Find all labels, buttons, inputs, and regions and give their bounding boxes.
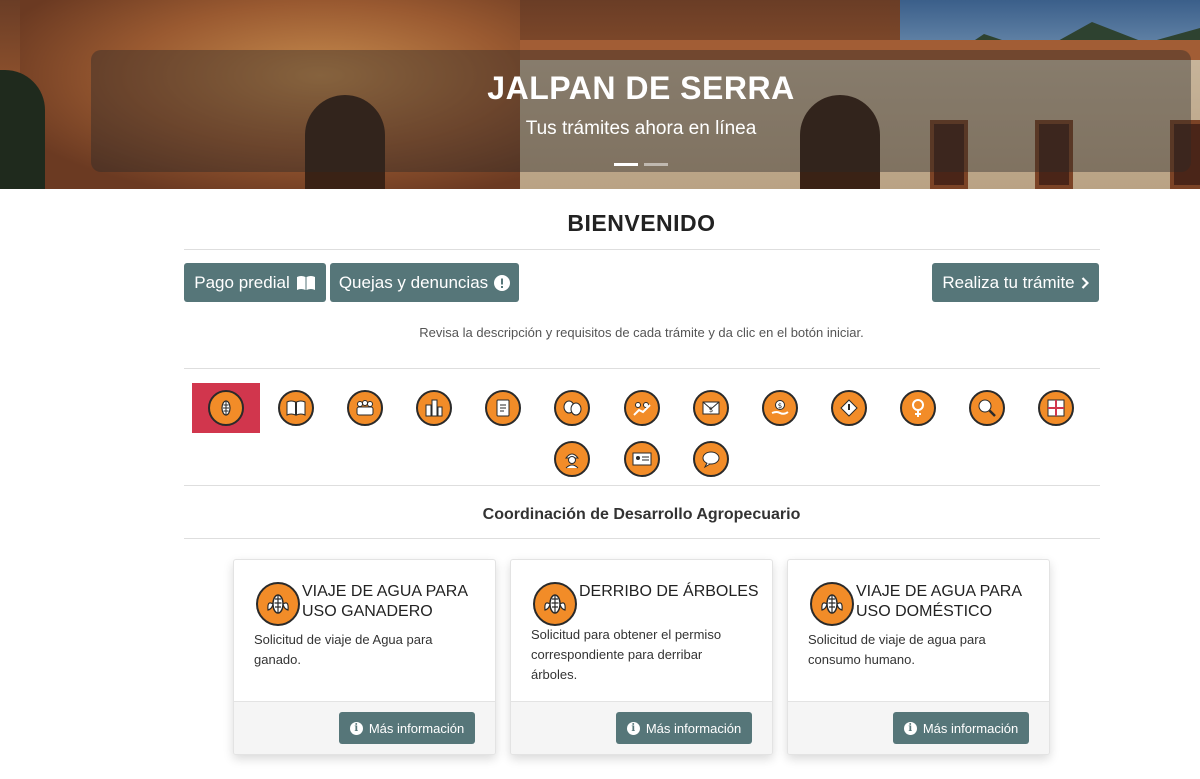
category-button[interactable] <box>1022 383 1090 433</box>
money-hand-icon: $ <box>762 390 798 426</box>
svg-text:$: $ <box>709 406 713 414</box>
mas-informacion-button[interactable]: i Más información <box>616 712 752 744</box>
instructions-text: Revisa la descripción y requisitos de ca… <box>419 325 864 340</box>
hero-title: JALPAN DE SERRA <box>487 70 795 106</box>
female-icon <box>900 390 936 426</box>
pago-predial-label: Pago predial <box>194 272 290 292</box>
city-icon <box>416 390 452 426</box>
info-icon: i <box>626 721 640 735</box>
card-title: VIAJE DE AGUA PARA USO GANADERO <box>302 583 468 620</box>
hero-banner: JALPAN DE SERRA Tus trámites ahora en lí… <box>0 0 1200 189</box>
money-envelope-icon: $ <box>693 390 729 426</box>
category-button[interactable] <box>677 434 745 484</box>
chevron-right-icon <box>1081 276 1089 289</box>
welcome-heading: BIENVENIDO <box>567 210 716 236</box>
category-button[interactable] <box>400 383 468 433</box>
mas-informacion-label: Más información <box>368 720 465 736</box>
tramite-card: DERRIBO DE ÁRBOLES Solicitud para obtene… <box>510 559 773 755</box>
category-button[interactable] <box>262 383 330 433</box>
divider <box>184 485 1100 486</box>
realiza-label: Realiza tu trámite <box>942 272 1075 292</box>
construction-sign-icon <box>831 390 867 426</box>
divider <box>184 538 1100 539</box>
svg-text:$: $ <box>778 402 782 410</box>
card-footer: i Más información <box>511 701 772 754</box>
info-icon: i <box>349 721 363 735</box>
category-button[interactable] <box>538 434 606 484</box>
mas-informacion-button[interactable]: i Más información <box>893 712 1029 744</box>
exclamation-circle-icon <box>494 274 511 291</box>
pago-predial-button[interactable]: Pago predial <box>184 263 326 302</box>
category-button[interactable] <box>538 383 606 433</box>
agriculture-icon <box>533 582 577 626</box>
hero-caption-overlay <box>91 50 1191 172</box>
category-button[interactable] <box>815 383 883 433</box>
mas-informacion-label: Más información <box>922 720 1019 736</box>
community-icon <box>347 390 383 426</box>
chat-bubble-icon <box>693 441 729 477</box>
search-eye-icon <box>969 390 1005 426</box>
carousel-indicators <box>614 163 668 166</box>
mas-informacion-label: Más información <box>645 720 742 736</box>
divider <box>184 249 1100 250</box>
worker-icon <box>554 441 590 477</box>
section-title: Coordinación de Desarrollo Agropecuario <box>482 506 801 523</box>
card-title: DERRIBO DE ÁRBOLES <box>579 583 759 600</box>
category-button[interactable]: $ <box>746 383 814 433</box>
book-open-icon <box>296 275 316 291</box>
card-description: Solicitud de viaje de agua para consumo … <box>808 632 986 667</box>
category-button[interactable] <box>469 383 537 433</box>
tramite-card: VIAJE DE AGUA PARA USO GANADERO Solicitu… <box>233 559 496 755</box>
urban-planning-icon <box>1038 390 1074 426</box>
card-footer: i Más información <box>234 701 495 754</box>
category-button[interactable] <box>608 434 676 484</box>
agriculture-icon <box>208 390 244 426</box>
people-growth-icon <box>624 390 660 426</box>
divider <box>184 368 1100 369</box>
quejas-denuncias-button[interactable]: Quejas y denuncias <box>330 263 519 302</box>
carousel-indicator-2[interactable] <box>644 163 668 166</box>
category-button[interactable] <box>192 383 260 433</box>
id-card-icon <box>624 441 660 477</box>
card-description: Solicitud de viaje de Agua para ganado. <box>254 632 433 667</box>
clipboard-icon <box>485 390 521 426</box>
info-icon: i <box>903 721 917 735</box>
hero-subtitle: Tus trámites ahora en línea <box>525 118 757 139</box>
category-button[interactable] <box>884 383 952 433</box>
mas-informacion-button[interactable]: i Más información <box>339 712 475 744</box>
book-icon <box>278 390 314 426</box>
carousel-indicator-1[interactable] <box>614 163 638 166</box>
category-button[interactable]: $ <box>677 383 745 433</box>
card-description: Solicitud para obtener el permiso corres… <box>531 627 722 682</box>
category-button[interactable] <box>953 383 1021 433</box>
quejas-label: Quejas y denuncias <box>338 272 489 292</box>
card-title: VIAJE DE AGUA PARA USO DOMÉSTICO <box>856 583 1022 620</box>
category-button[interactable] <box>608 383 676 433</box>
card-footer: i Más información <box>788 701 1049 754</box>
theater-masks-icon <box>554 390 590 426</box>
realiza-tramite-button[interactable]: Realiza tu trámite <box>932 263 1099 302</box>
category-button[interactable] <box>331 383 399 433</box>
tramite-card: VIAJE DE AGUA PARA USO DOMÉSTICO Solicit… <box>787 559 1050 755</box>
agriculture-icon <box>810 582 854 626</box>
agriculture-icon <box>256 582 300 626</box>
